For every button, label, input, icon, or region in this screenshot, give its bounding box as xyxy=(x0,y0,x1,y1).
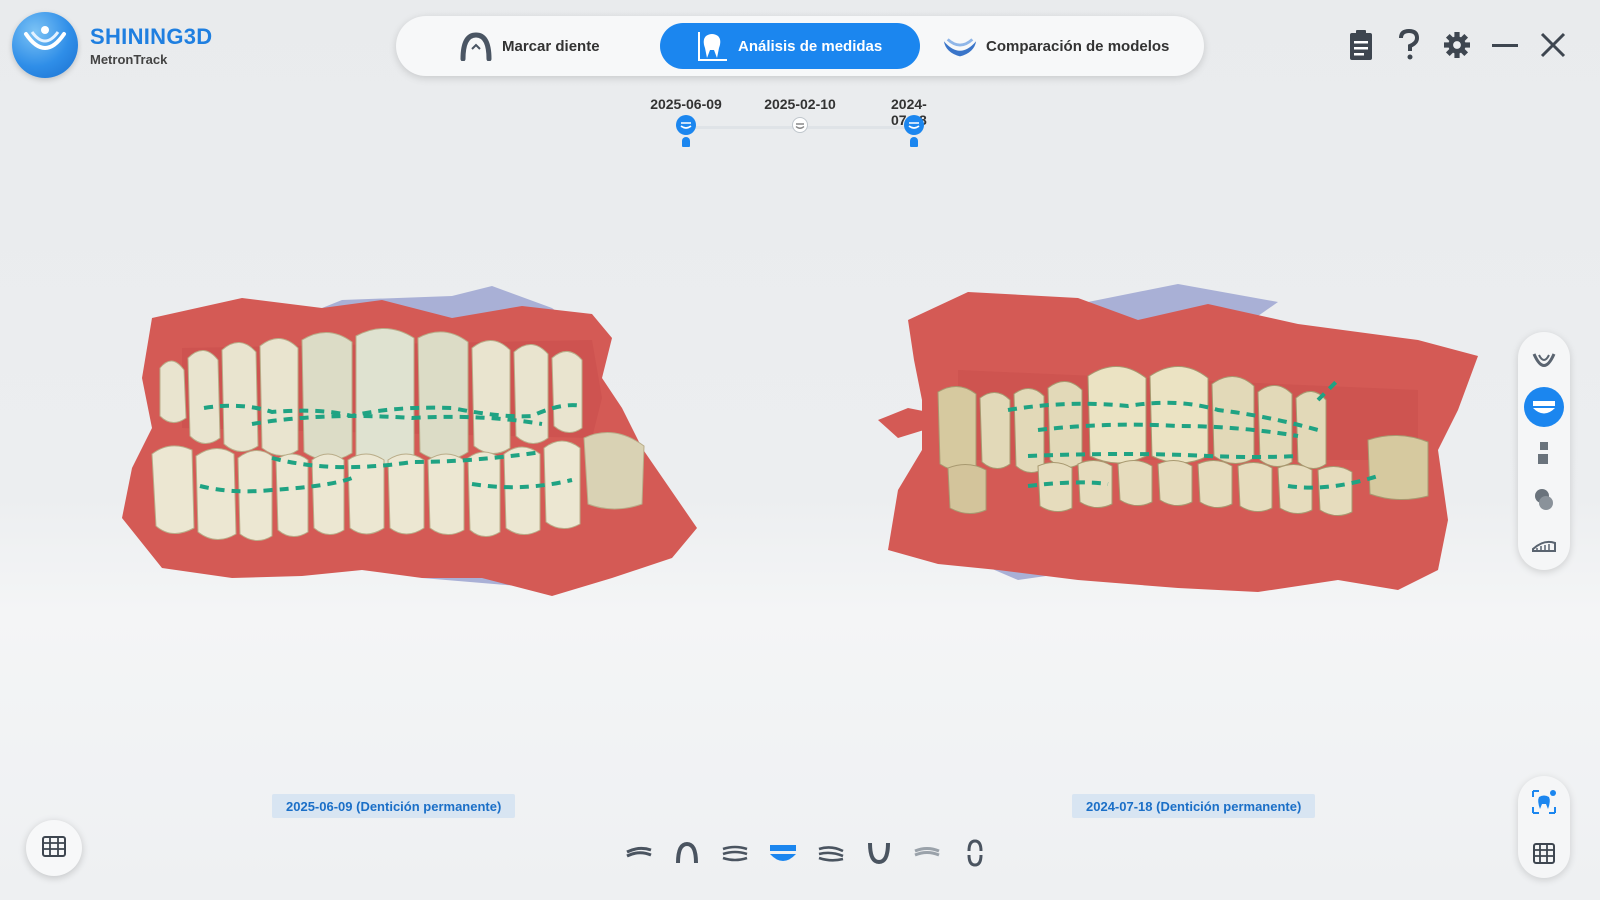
back-view-icon[interactable] xyxy=(910,836,944,870)
side-view-icon[interactable] xyxy=(1524,433,1564,473)
right-view-icon[interactable] xyxy=(814,836,848,870)
lower-arch-icon[interactable] xyxy=(862,836,896,870)
tab-comparacion-de-modelos[interactable]: Comparación de modelos xyxy=(942,23,1202,69)
front-view-icon[interactable] xyxy=(766,836,800,870)
view-tool-panel xyxy=(1518,332,1570,570)
timeline-date-1: 2025-06-09 xyxy=(650,96,722,112)
layout-grid-button[interactable] xyxy=(26,820,82,876)
timeline-node-1[interactable] xyxy=(676,115,696,135)
grid-icon[interactable] xyxy=(1524,833,1564,873)
left-model-caption: 2025-06-09 (Dentición permanente) xyxy=(272,794,516,818)
tooth-measure-icon xyxy=(694,31,730,61)
window-toolbar xyxy=(1348,28,1566,62)
product-name: MetronTrack xyxy=(90,51,168,67)
close-icon[interactable] xyxy=(1540,28,1566,62)
view-orientation-bar xyxy=(622,836,992,870)
brand-name: SHINING3D xyxy=(90,23,213,49)
timeline-date-2: 2025-02-10 xyxy=(764,96,836,112)
right-model-caption: 2024-07-18 (Dentición permanente) xyxy=(1072,794,1316,818)
tab-label: Marcar diente xyxy=(502,37,600,55)
tab-analisis-de-medidas[interactable]: Análisis de medidas xyxy=(660,23,920,69)
tab-label: Análisis de medidas xyxy=(738,37,883,55)
left-view-icon[interactable] xyxy=(622,836,656,870)
date-timeline: 2025-06-09 2025-02-10 2024-07-18 xyxy=(640,94,960,154)
grid-icon xyxy=(41,834,67,863)
model-compare-icon xyxy=(942,31,978,61)
occlusal-view-icon[interactable] xyxy=(1524,479,1564,519)
timeline-pin-1 xyxy=(682,137,690,147)
minimize-icon[interactable] xyxy=(1492,28,1518,62)
help-icon[interactable] xyxy=(1396,28,1422,62)
measure-ruler-icon[interactable] xyxy=(1524,525,1564,565)
gear-icon[interactable] xyxy=(1444,28,1470,62)
bottom-tool-panel xyxy=(1518,776,1570,878)
clipboard-icon[interactable] xyxy=(1348,28,1374,62)
tab-marcar-diente[interactable]: Marcar diente xyxy=(458,23,660,69)
dental-model-right[interactable] xyxy=(878,280,1518,615)
upper-arch-icon[interactable] xyxy=(670,836,704,870)
tab-label: Comparación de modelos xyxy=(986,37,1170,55)
timeline-node-2[interactable] xyxy=(792,117,808,133)
front-view-icon[interactable] xyxy=(1524,387,1564,427)
right-angle-icon[interactable] xyxy=(718,836,752,870)
mode-tabs: Marcar diente Análisis de medidas Compar… xyxy=(396,16,1204,76)
arch-icon xyxy=(458,31,494,61)
lower-arch-icon[interactable] xyxy=(1524,341,1564,381)
timeline-node-3[interactable] xyxy=(904,115,924,135)
timeline-pin-3 xyxy=(910,137,918,147)
tooth-scan-icon[interactable] xyxy=(1524,782,1564,822)
logo-badge-icon xyxy=(12,12,78,78)
app-logo: SHINING3D MetronTrack xyxy=(12,12,213,78)
dental-model-left[interactable] xyxy=(122,278,712,613)
open-bite-icon[interactable] xyxy=(958,836,992,870)
